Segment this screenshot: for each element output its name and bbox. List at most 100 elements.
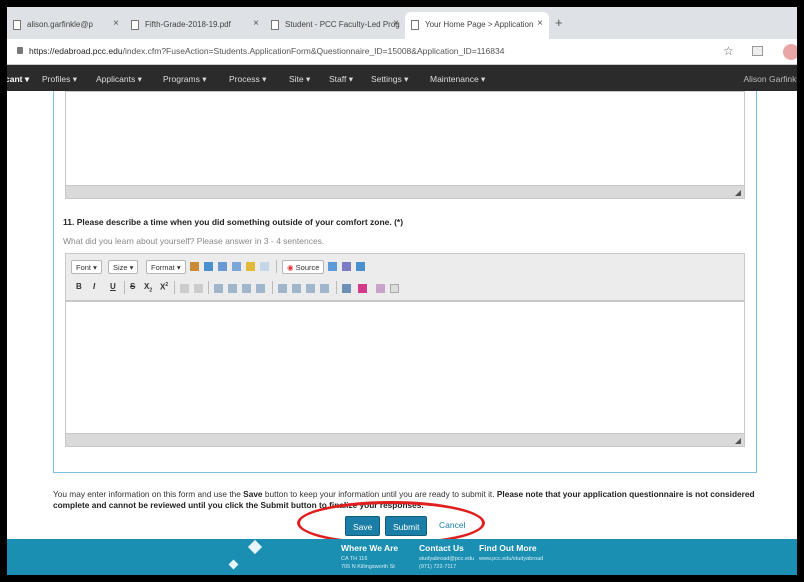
paste-text-icon[interactable]	[204, 262, 213, 271]
browser-tab-active[interactable]: Your Home Page > Application ×	[405, 12, 549, 39]
source-button[interactable]: ◉ Source	[282, 260, 325, 274]
subscript-icon[interactable]: X2	[144, 282, 152, 294]
indent-icon[interactable]	[194, 284, 203, 293]
address-bar[interactable]: https://edabroad.pcc.edu/index.cfm?FuseA…	[7, 39, 797, 65]
unlink-icon[interactable]	[390, 284, 399, 293]
browser-tab-bar: alison.garfinkle@p × Fifth-Grade-2018-19…	[7, 7, 797, 39]
button-label: Source	[295, 263, 320, 272]
nav-label: Process	[229, 74, 260, 84]
superscript-icon[interactable]: X2	[160, 282, 168, 292]
nav-item-staff[interactable]: Staff ▾	[329, 74, 353, 85]
bookmark-star-icon[interactable]: ☆	[723, 44, 734, 58]
close-icon[interactable]: ×	[253, 18, 259, 29]
app-navbar: cant ▾ Profiles ▾ Applicants ▾ Programs …	[7, 65, 797, 91]
smiley-icon[interactable]	[246, 262, 255, 271]
site-footer: Where We Are CA TH 116 705 N Killingswor…	[7, 539, 797, 575]
nav-item-programs[interactable]: Programs ▾	[163, 74, 206, 85]
tab-label: Your Home Page > Application	[425, 20, 534, 29]
maximize-icon[interactable]	[356, 262, 365, 271]
lock-icon	[17, 47, 23, 54]
questionnaire-panel: 11. Please describe a time when you did …	[53, 91, 757, 473]
outdent-icon[interactable]	[180, 284, 189, 293]
resize-handle-icon[interactable]	[735, 190, 741, 196]
notice-text: You may enter information on this form a…	[53, 489, 244, 499]
toolbar-separator	[124, 281, 125, 294]
bulleted-list-icon[interactable]	[292, 284, 301, 293]
footer-heading-location: Where We Are	[341, 543, 399, 553]
table-icon[interactable]	[260, 262, 269, 271]
numbered-list-icon[interactable]	[278, 284, 287, 293]
align-left-icon[interactable]	[214, 284, 223, 293]
url-text[interactable]: https://edabroad.pcc.edu/index.cfm?FuseA…	[29, 46, 504, 56]
paste-word-icon[interactable]	[218, 262, 227, 271]
italic-button[interactable]: I	[93, 282, 95, 291]
nav-item-applicant[interactable]: cant ▾	[7, 74, 29, 85]
question-title: 11. Please describe a time when you did …	[63, 217, 404, 227]
previous-answer-editor[interactable]	[65, 91, 745, 185]
div-icon[interactable]	[320, 284, 329, 293]
size-dropdown[interactable]: Size ▾	[108, 260, 139, 274]
paste-icon[interactable]	[190, 262, 199, 271]
browser-tab[interactable]: Fifth-Grade-2018-19.pdf ×	[125, 12, 265, 39]
browser-window: alison.garfinkle@p × Fifth-Grade-2018-19…	[7, 7, 797, 575]
underline-button[interactable]: U	[110, 282, 116, 291]
question-hint: What did you learn about yourself? Pleas…	[63, 236, 325, 246]
text-color-icon[interactable]	[342, 284, 351, 293]
toolbar-separator	[272, 281, 273, 294]
footer-email[interactable]: studyabroad@pcc.edu	[419, 556, 474, 562]
nav-label: Site	[289, 74, 304, 84]
answer-editor[interactable]	[65, 301, 745, 433]
profile-avatar[interactable]	[783, 44, 797, 60]
close-icon[interactable]: ×	[113, 18, 119, 29]
link-icon[interactable]	[376, 284, 385, 293]
bold-button[interactable]: B	[76, 282, 82, 291]
page-icon	[131, 20, 139, 30]
dropdown-label: Font	[76, 263, 92, 272]
footer-address: 705 N Killingsworth St	[341, 564, 395, 570]
browser-tab[interactable]: Student - PCC Faculty-Led Prog ×	[265, 12, 405, 39]
page-icon	[411, 20, 419, 30]
nav-label: Staff	[329, 74, 347, 84]
close-icon[interactable]: ×	[393, 18, 399, 29]
blockquote-icon[interactable]	[306, 284, 315, 293]
resize-handle-icon[interactable]	[735, 438, 741, 444]
align-right-icon[interactable]	[242, 284, 251, 293]
tab-label: Student - PCC Faculty-Led Prog	[285, 20, 400, 29]
page-icon	[13, 20, 21, 30]
align-center-icon[interactable]	[228, 284, 237, 293]
nav-label: Profiles	[42, 74, 71, 84]
nav-item-maintenance[interactable]: Maintenance ▾	[430, 74, 485, 85]
nav-item-applicants[interactable]: Applicants ▾	[96, 74, 142, 85]
toolbar-separator	[174, 281, 175, 294]
dropdown-label: Size	[113, 263, 128, 272]
nav-item-settings[interactable]: Settings ▾	[371, 74, 408, 85]
browser-tab[interactable]: alison.garfinkle@p ×	[7, 12, 125, 39]
image-icon[interactable]	[232, 262, 241, 271]
tab-label: Fifth-Grade-2018-19.pdf	[145, 20, 231, 29]
close-icon[interactable]: ×	[537, 18, 543, 29]
new-tab-button[interactable]: +	[555, 15, 563, 30]
editor-resize-bar	[65, 185, 745, 199]
footer-link[interactable]: www.pcc.edu/studyabroad	[479, 556, 543, 562]
align-justify-icon[interactable]	[256, 284, 265, 293]
extension-icon[interactable]	[752, 46, 763, 56]
page-icon	[271, 20, 279, 30]
nav-item-process[interactable]: Process ▾	[229, 74, 266, 85]
url-domain: https://edabroad.pcc.edu	[29, 46, 123, 56]
preview-icon[interactable]	[328, 262, 337, 271]
nav-label: cant	[7, 74, 23, 84]
nav-item-profiles[interactable]: Profiles ▾	[42, 74, 77, 85]
templates-icon[interactable]	[342, 262, 351, 271]
page-content: 11. Please describe a time when you did …	[7, 91, 797, 545]
nav-item-site[interactable]: Site ▾	[289, 74, 310, 85]
footer-heading-contact: Contact Us	[419, 543, 464, 553]
toolbar-separator	[336, 281, 337, 294]
format-dropdown[interactable]: Format ▾	[146, 260, 186, 274]
url-path: /index.cfm?FuseAction=Students.Applicati…	[122, 46, 505, 56]
strike-icon[interactable]: S	[130, 282, 135, 291]
background-color-icon[interactable]	[358, 284, 367, 293]
font-dropdown[interactable]: Font ▾	[71, 260, 102, 274]
user-name[interactable]: Alison Garfinkle	[743, 74, 797, 84]
logo-diamond-icon	[247, 539, 263, 555]
nav-label: Maintenance	[430, 74, 479, 84]
